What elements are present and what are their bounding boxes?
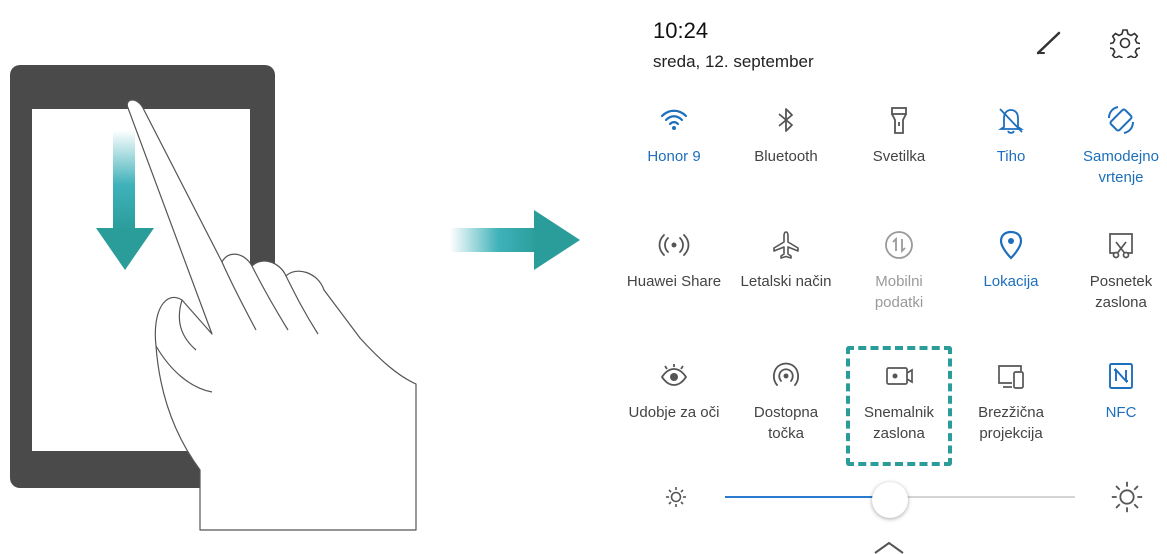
tile-huawei-share[interactable]: Huawei Share	[618, 229, 730, 292]
tile-screenshot[interactable]: Posnetek zaslona	[1065, 229, 1167, 313]
brightness-low-icon	[666, 487, 686, 507]
tile-label: NFC	[1105, 404, 1137, 421]
tile-mobile-data[interactable]: Mobilni podatki	[843, 229, 955, 313]
tile-label: Lokacija	[983, 273, 1039, 290]
tile-auto-rotate[interactable]: Samodejno vrtenje	[1065, 104, 1167, 188]
tile-airplane[interactable]: Letalski način	[730, 229, 842, 292]
eye-comfort-icon	[660, 364, 688, 386]
tile-wireless-projection[interactable]: Brezžična projekcija	[955, 360, 1067, 444]
tile-label: Dostopna točka	[753, 404, 819, 442]
tile-wifi[interactable]: Honor 9	[618, 104, 730, 167]
brightness-slider-thumb[interactable]	[871, 482, 908, 518]
date: sreda, 12. september	[653, 52, 814, 71]
brightness-high-icon	[1111, 481, 1143, 513]
wifi-icon	[660, 109, 688, 130]
arrow-right-icon	[450, 210, 580, 270]
tile-label: Samodejno vrtenje	[1083, 148, 1159, 186]
hotspot-icon	[773, 362, 799, 386]
tile-flashlight[interactable]: Svetilka	[843, 104, 955, 167]
screen-recorder-highlight	[846, 346, 952, 466]
screenshot-icon	[1109, 233, 1133, 259]
flashlight-icon	[891, 107, 907, 134]
tile-label: Honor 9	[647, 148, 701, 165]
clock: 10:24	[653, 18, 709, 43]
tile-silent[interactable]: Tiho	[955, 104, 1067, 167]
silent-bell-icon	[998, 108, 1024, 134]
edit-pencil-icon[interactable]	[1033, 28, 1063, 58]
mobile-data-icon	[885, 231, 913, 259]
tile-label: Huawei Share	[626, 273, 722, 290]
settings-gear-icon[interactable]	[1110, 28, 1140, 58]
tile-label: Svetilka	[872, 148, 926, 165]
tile-label: Mobilni podatki	[874, 273, 924, 311]
chevron-up-icon[interactable]	[869, 540, 909, 554]
brightness-slider-fill	[725, 496, 890, 498]
tile-label: Posnetek zaslona	[1089, 273, 1153, 311]
tile-hotspot[interactable]: Dostopna točka	[730, 360, 842, 444]
nfc-icon	[1109, 363, 1133, 389]
tile-label: Letalski način	[740, 273, 832, 290]
tile-bluetooth[interactable]: Bluetooth	[730, 104, 842, 167]
airplane-icon	[773, 231, 799, 259]
wireless-projection-icon	[998, 365, 1024, 389]
phone-illustration	[10, 65, 275, 488]
tile-location[interactable]: Lokacija	[955, 229, 1067, 292]
location-icon	[999, 230, 1023, 260]
tile-label: Udobje za oči	[628, 404, 720, 421]
huawei-share-icon	[658, 234, 690, 256]
tile-label: Brezžična projekcija	[978, 404, 1044, 442]
bluetooth-icon	[778, 108, 793, 132]
tile-eye-comfort[interactable]: Udobje za oči	[618, 360, 730, 423]
auto-rotate-icon	[1108, 106, 1134, 134]
phone-screen	[32, 109, 250, 451]
tile-label: Bluetooth	[754, 148, 818, 165]
tile-label: Tiho	[996, 148, 1026, 165]
tile-nfc[interactable]: NFC	[1065, 360, 1167, 423]
